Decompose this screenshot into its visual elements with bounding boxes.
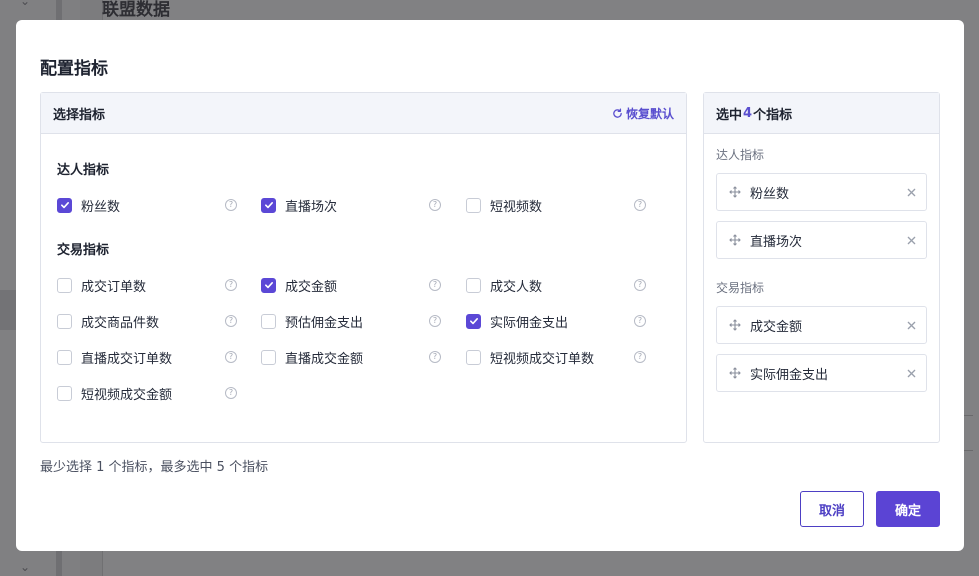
metric-option[interactable]: 实际佣金支出? [466, 312, 646, 331]
metric-option-label: 预估佣金支出 [285, 315, 364, 331]
reset-default-button[interactable]: 恢复默认 [612, 105, 674, 122]
metric-option[interactable]: 粉丝数? [57, 196, 237, 215]
check-icon [469, 318, 478, 325]
metric-option-label: 短视频数 [490, 199, 543, 215]
metric-option[interactable]: 成交金额? [261, 276, 441, 295]
confirm-button[interactable]: 确定 [876, 491, 940, 527]
metric-option-label: 实际佣金支出 [490, 315, 569, 331]
help-icon[interactable]: ? [225, 199, 237, 211]
metric-option[interactable]: 直播成交订单数? [57, 348, 237, 367]
metric-option-label: 短视频成交订单数 [490, 351, 595, 367]
selected-suffix: 个指标 [753, 107, 793, 123]
metric-option-label: 成交金额 [285, 279, 338, 295]
select-metrics-panel: 选择指标 恢复默认 达人指标 粉丝数? 直播场次? 短视频数? 交易指标 成交订单数… [40, 92, 687, 443]
checkbox-checked[interactable] [466, 313, 481, 329]
check-icon [264, 282, 273, 289]
help-icon[interactable]: ? [429, 351, 441, 363]
checkbox[interactable] [57, 385, 72, 401]
selected-item[interactable]: 实际佣金支出 [716, 354, 927, 392]
metric-option[interactable]: 短视频成交金额? [57, 384, 237, 403]
selected-prefix: 选中 [716, 107, 743, 123]
selection-hint: 最少选择 1 个指标，最多选中 5 个指标 [40, 460, 269, 475]
refresh-icon [613, 107, 622, 118]
drag-handle-icon[interactable] [729, 186, 741, 198]
metric-option[interactable]: 预估佣金支出? [261, 312, 441, 331]
checkbox[interactable] [57, 313, 72, 329]
selected-item-label: 实际佣金支出 [750, 367, 829, 383]
checkbox[interactable] [261, 349, 276, 365]
metric-option-label: 直播场次 [285, 199, 338, 215]
group-title-transaction: 交易指标 [57, 243, 110, 258]
selected-metrics-header: 选中 4 个指标 [704, 93, 939, 134]
help-icon[interactable]: ? [634, 279, 646, 291]
metric-option[interactable]: 成交订单数? [57, 276, 237, 295]
metric-option-label: 直播成交订单数 [81, 351, 173, 367]
drag-handle-icon[interactable] [729, 319, 741, 331]
check-icon [60, 202, 69, 209]
metric-option-label: 直播成交金额 [285, 351, 364, 367]
checkbox[interactable] [466, 197, 481, 213]
selected-item-label: 直播场次 [750, 234, 803, 250]
cancel-button[interactable]: 取消 [800, 491, 864, 527]
modal-title: 配置指标 [40, 59, 108, 79]
selected-item-label: 成交金额 [750, 319, 803, 335]
close-icon[interactable] [907, 236, 916, 245]
metric-option-label: 成交订单数 [81, 279, 147, 295]
close-icon[interactable] [907, 369, 916, 378]
checkbox[interactable] [466, 349, 481, 365]
help-icon[interactable]: ? [634, 351, 646, 363]
drag-handle-icon[interactable] [729, 234, 741, 246]
selected-group-title: 达人指标 [716, 148, 765, 162]
chevron-down-icon: ⌄ [20, 0, 31, 8]
checkbox[interactable] [57, 277, 72, 293]
metric-option-label: 短视频成交金额 [81, 387, 173, 403]
selected-count: 4 [743, 105, 753, 121]
metric-option[interactable]: 短视频数? [466, 196, 646, 215]
config-metrics-modal: 配置指标 选择指标 恢复默认 达人指标 粉丝数? 直播场次? 短视频数? 交易指标 … [16, 20, 964, 551]
metric-option[interactable]: 直播场次? [261, 196, 441, 215]
selected-item-label: 粉丝数 [750, 186, 790, 202]
selected-group-title: 交易指标 [716, 281, 765, 295]
group-title-influencer: 达人指标 [57, 163, 110, 178]
help-icon[interactable]: ? [225, 279, 237, 291]
checkbox-checked[interactable] [261, 197, 276, 213]
help-icon[interactable]: ? [634, 315, 646, 327]
selected-item[interactable]: 直播场次 [716, 221, 927, 259]
help-icon[interactable]: ? [429, 315, 441, 327]
check-icon [264, 202, 273, 209]
drag-handle-icon[interactable] [729, 367, 741, 379]
checkbox[interactable] [57, 349, 72, 365]
chevron-down-icon: ⌄ [20, 560, 31, 574]
help-icon[interactable]: ? [429, 279, 441, 291]
reset-default-label: 恢复默认 [625, 106, 674, 121]
bg-page-title: 联盟数据 [102, 0, 170, 20]
metric-option[interactable]: 成交商品件数? [57, 312, 237, 331]
help-icon[interactable]: ? [225, 315, 237, 327]
help-icon[interactable]: ? [429, 199, 441, 211]
metric-option-label: 粉丝数 [81, 199, 121, 215]
select-metrics-header: 选择指标 恢复默认 [41, 93, 686, 134]
metric-option[interactable]: 成交人数? [466, 276, 646, 295]
close-icon[interactable] [907, 188, 916, 197]
metric-option-label: 成交商品件数 [81, 315, 160, 331]
checkbox-checked[interactable] [261, 277, 276, 293]
selected-metrics-panel: 选中 4 个指标 达人指标粉丝数直播场次交易指标成交金额实际佣金支出 [703, 92, 940, 443]
checkbox-checked[interactable] [57, 197, 72, 213]
checkbox[interactable] [466, 277, 481, 293]
close-icon[interactable] [907, 321, 916, 330]
checkbox[interactable] [261, 313, 276, 329]
metric-option[interactable]: 直播成交金额? [261, 348, 441, 367]
help-icon[interactable]: ? [225, 351, 237, 363]
selected-item[interactable]: 粉丝数 [716, 173, 927, 211]
help-icon[interactable]: ? [634, 199, 646, 211]
select-metrics-title: 选择指标 [53, 107, 106, 123]
metric-option-label: 成交人数 [490, 279, 543, 295]
help-icon[interactable]: ? [225, 387, 237, 399]
selected-item[interactable]: 成交金额 [716, 306, 927, 344]
metric-option[interactable]: 短视频成交订单数? [466, 348, 646, 367]
